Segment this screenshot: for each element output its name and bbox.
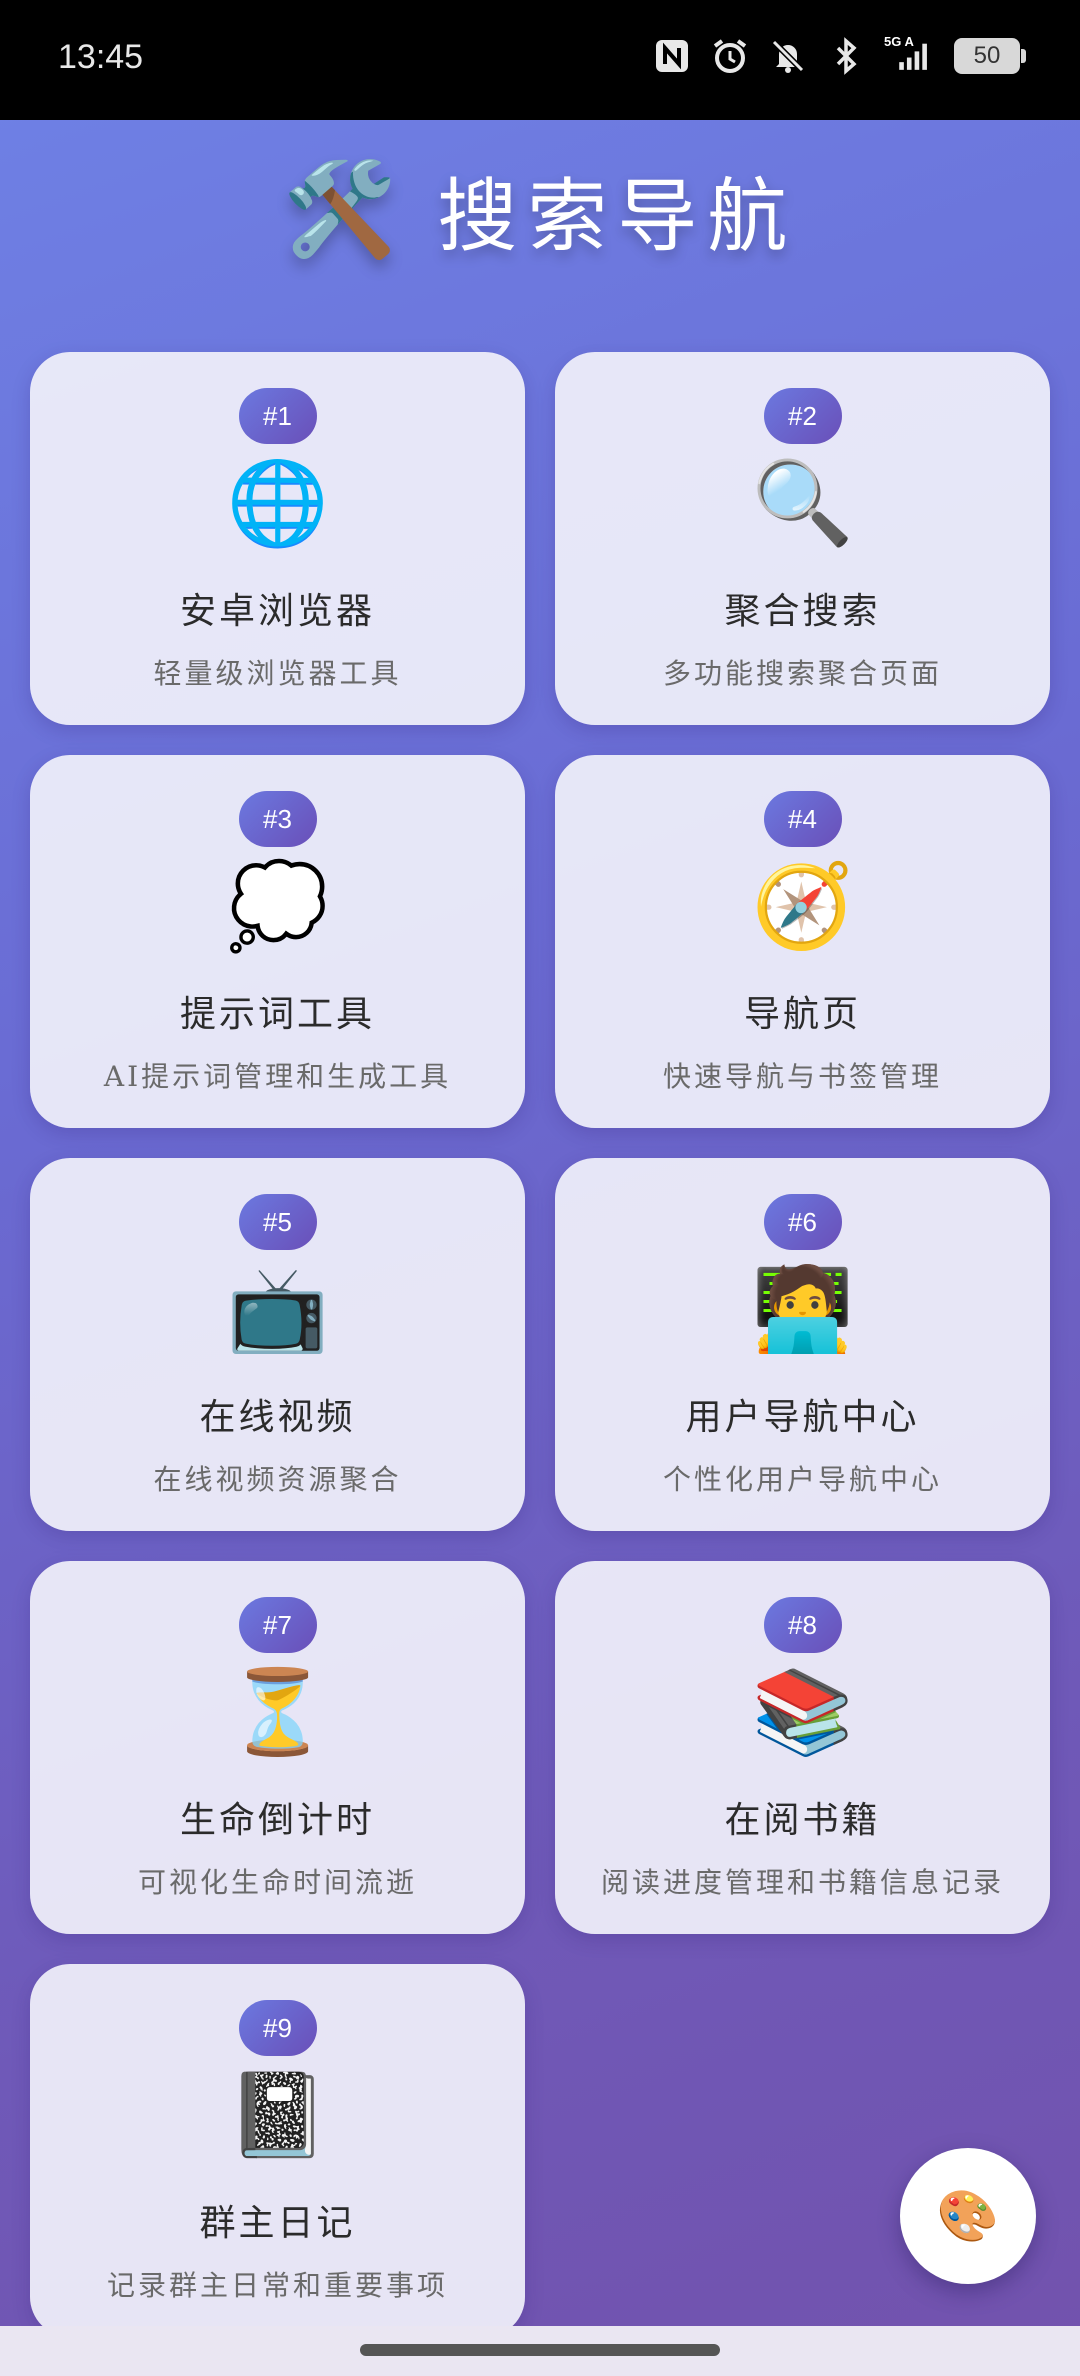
palette-icon: 🎨 [936,2186,1000,2245]
card-number-badge: #8 [763,1597,842,1653]
card-title: 导航页 [743,994,861,1035]
card-number-badge: #3 [238,791,317,847]
nav-card-grid: #1 🌐 安卓浏览器 轻量级浏览器工具 #2 🔍 聚合搜索 多功能搜索聚合页面 … [30,352,1050,2337]
nfc-icon [652,36,692,76]
card-title: 群主日记 [199,2203,356,2244]
card-title: 在线视频 [199,1397,356,1438]
magnifier-icon: 🔍 [751,456,854,551]
nav-card-1[interactable]: #1 🌐 安卓浏览器 轻量级浏览器工具 [30,352,525,725]
notebook-icon: 📓 [226,2068,329,2163]
card-description: AI提示词管理和生成工具 [103,1060,452,1093]
nav-card-2[interactable]: #2 🔍 聚合搜索 多功能搜索聚合页面 [555,352,1050,725]
books-icon: 📚 [751,1665,854,1760]
nav-card-7[interactable]: #7 ⏳ 生命倒计时 可视化生命时间流逝 [30,1561,525,1934]
card-description: 阅读进度管理和书籍信息记录 [600,1866,1004,1899]
card-description: 轻量级浏览器工具 [153,657,402,690]
card-title: 聚合搜索 [724,591,881,632]
tv-icon: 📺 [226,1262,329,1357]
card-title: 提示词工具 [179,994,375,1035]
nav-card-6[interactable]: #6 🧑‍💻 用户导航中心 个性化用户导航中心 [555,1158,1050,1531]
status-time: 13:45 [58,38,144,76]
card-description: 多功能搜索聚合页面 [662,657,942,690]
page-title: 搜索导航 [437,170,798,263]
card-number-badge: #4 [763,791,842,847]
card-description: 可视化生命时间流逝 [137,1866,417,1899]
card-number-badge: #1 [238,388,317,444]
technologist-icon: 🧑‍💻 [751,1262,854,1357]
card-title: 生命倒计时 [179,1800,375,1841]
globe-icon: 🌐 [226,456,329,551]
card-number-badge: #9 [238,2000,317,2056]
card-title: 安卓浏览器 [179,591,375,632]
tools-icon: 🛠️ [282,156,398,263]
card-description: 记录群主日常和重要事项 [106,2269,448,2302]
nav-card-5[interactable]: #5 📺 在线视频 在线视频资源聚合 [30,1158,525,1531]
card-description: 快速导航与书签管理 [662,1060,942,1093]
nav-card-9[interactable]: #9 📓 群主日记 记录群主日常和重要事项 [30,1964,525,2337]
alarm-icon [710,36,750,76]
status-icons: 5G A 50 [652,34,1026,76]
card-title: 用户导航中心 [685,1397,920,1438]
hourglass-icon: ⏳ [226,1665,329,1760]
nav-card-4[interactable]: #4 🧭 导航页 快速导航与书签管理 [555,755,1050,1128]
card-number-badge: #6 [763,1194,842,1250]
card-number-badge: #7 [238,1597,317,1653]
compass-icon: 🧭 [751,859,854,954]
bluetooth-icon [826,36,866,76]
card-number-badge: #5 [238,1194,317,1250]
status-bar: 13:45 5G A 50 [0,0,1080,120]
nav-card-8[interactable]: #8 📚 在阅书籍 阅读进度管理和书籍信息记录 [555,1561,1050,1934]
card-number-badge: #2 [763,388,842,444]
home-gesture-bar[interactable] [360,2344,720,2356]
system-nav-bar [0,2326,1080,2376]
thought-bubble-icon: 💭 [226,859,329,954]
card-title: 在阅书籍 [724,1800,881,1841]
page-header: 🛠️ 搜索导航 [0,150,1080,270]
network-type-label: 5G A [884,34,914,49]
card-description: 在线视频资源聚合 [153,1463,402,1496]
bell-muted-icon [768,36,808,76]
signal-icon: 5G A [884,34,936,76]
battery-icon: 50 [954,38,1026,74]
nav-card-3[interactable]: #3 💭 提示词工具 AI提示词管理和生成工具 [30,755,525,1128]
theme-palette-button[interactable]: 🎨 [900,2148,1036,2284]
card-description: 个性化用户导航中心 [662,1463,942,1496]
